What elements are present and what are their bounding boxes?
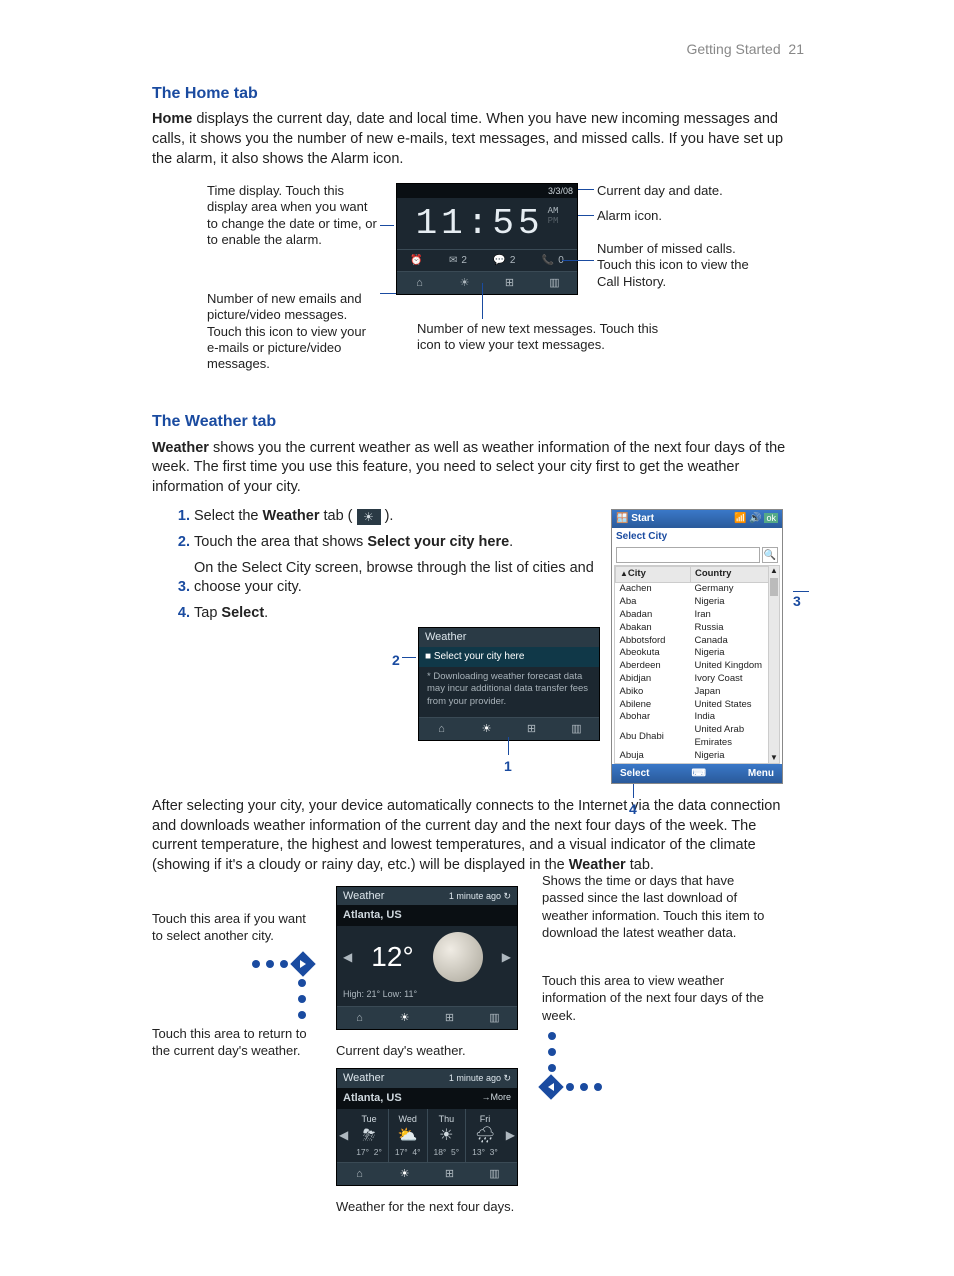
caption-forecast: Weather for the next four days. [336,1198,518,1216]
ann-select-another-city: Touch this area if you want to select an… [152,910,312,945]
table-row[interactable]: AbileneUnited States [616,699,779,712]
weather-select-city-prompt-mock: Weather ■ Select your city here * Downlo… [418,627,600,741]
vertical-dots [548,1032,772,1072]
page-header: Getting Started 21 [50,40,804,59]
section-name: Getting Started [686,41,780,57]
callout-1: 1 [504,757,512,776]
select-button[interactable]: Select [620,767,649,781]
ann-missed-calls: Number of missed calls. Touch this icon … [597,241,767,290]
forecast-day: Wed⛅17° 4° [389,1109,428,1163]
callout-3: 3 [793,593,801,609]
footer-apps-icon: ⊞ [502,276,518,290]
weather-forecast-screen-mock: Weather 1 minute ago ↻ Atlanta, US →More… [336,1068,518,1186]
forecast-day: Thu☀18° 5° [428,1109,467,1163]
ann-last-download: Shows the time or days that have passed … [542,872,772,942]
table-row[interactable]: AbadanIran [616,609,779,622]
ann-return-current: Touch this area to return to the current… [152,1025,312,1060]
table-row[interactable]: AbaNigeria [616,596,779,609]
email-icon: ✉ [449,254,457,268]
callout-2: 2 [392,651,400,670]
weather-current-screen-mock: Weather 1 minute ago ↻ Atlanta, US ◀ 12°… [336,886,518,1031]
next-arrow-icon[interactable]: ▶ [502,949,511,965]
weather-intro: Weather shows you the current weather as… [152,439,789,498]
ann-email-count: Number of new emails and picture/video m… [207,291,377,372]
table-row[interactable]: AbbotsfordCanada [616,635,779,648]
footer-home-icon: ⌂ [412,276,428,290]
table-row[interactable]: AberdeenUnited Kingdom [616,660,779,673]
city-search-input[interactable] [616,547,760,563]
sms-icon: 💬 [493,254,505,268]
heading-weather-tab: The Weather tab [152,411,789,433]
forecast-day: Tue⛈17° 2° [350,1109,389,1163]
page-number: 21 [788,41,804,57]
weather-graphic-moon [433,932,483,982]
table-row[interactable]: AachenGermany [616,583,779,596]
prev-arrow-icon[interactable]: ◀ [337,1127,350,1143]
ann-view-forecast: Touch this area to view weather informat… [542,972,772,1025]
ann-alarm: Alarm icon. [597,208,767,224]
menu-button[interactable]: Menu [748,767,774,781]
table-row[interactable]: AbakanRussia [616,622,779,635]
scrollbar[interactable]: ▲ ▼ [768,566,779,762]
home-intro: Home displays the current day, date and … [152,110,789,169]
date-label: 3/3/08 [548,185,573,197]
home-diagram: Time display. Touch this display area wh… [152,183,789,393]
heading-home-tab: The Home tab [152,83,789,105]
table-row[interactable]: AbujaNigeria [616,750,779,763]
vertical-dots [152,979,306,1019]
city-list[interactable]: AachenGermanyAbaNigeriaAbadanIranAbakanR… [616,583,779,763]
caption-current: Current day's weather. [336,1042,518,1060]
table-row[interactable]: AbidjanIvory Coast [616,673,779,686]
search-icon[interactable]: 🔍 [762,547,778,563]
call-icon: 📞 [542,254,554,268]
prev-arrow-icon[interactable]: ◀ [343,949,352,965]
weather-tab-icon: ☀ [357,509,381,525]
table-row[interactable]: AboharIndia [616,711,779,724]
weather-screens-diagram: Touch this area if you want to select an… [152,886,789,1216]
keyboard-icon[interactable]: ⌨ [691,767,705,781]
callout-4: 4 [629,800,637,819]
table-row[interactable]: Abu DhabiUnited Arab Emirates [616,724,779,750]
ann-sms-count: Number of new text messages. Touch this … [417,321,667,354]
alarm-icon: ⏰ [410,254,422,268]
footer-media-icon: ▥ [547,276,563,290]
forecast-day: Fri🌧13° 3° [466,1109,504,1163]
home-screen-mock: ⏰ 3/3/08 11:55 AM PM ⏰ ✉2 💬2 📞0 ⌂ ☀ ⊞ [396,183,578,295]
swipe-left-icon [542,1078,772,1096]
ann-time-display: Time display. Touch this display area wh… [207,183,377,248]
next-arrow-icon[interactable]: ▶ [504,1127,517,1143]
table-row[interactable]: AbeokutaNigeria [616,647,779,660]
ann-date: Current day and date. [597,183,767,199]
clock-time: 11:55 [416,200,544,249]
table-row[interactable]: AbikoJapan [616,686,779,699]
footer-weather-icon: ☀ [457,276,473,290]
swipe-right-icon [152,955,312,973]
select-city-screen-mock: 🪟 Start 📶 🔊 ok Select City 🔍 ▲City Count… [611,509,783,784]
